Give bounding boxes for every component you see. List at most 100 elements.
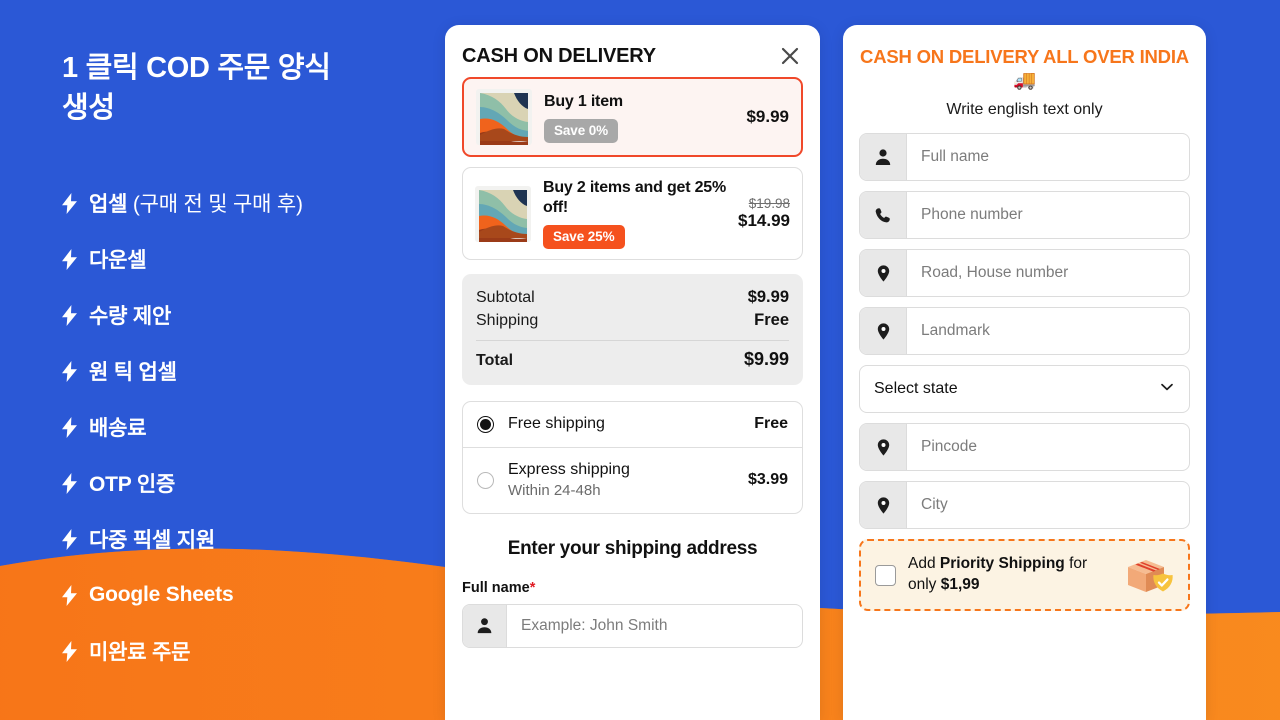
package-shield-icon [1122, 553, 1174, 597]
priority-shipping-checkbox[interactable] [875, 564, 896, 586]
fullname-field-label: Full name* [462, 580, 803, 596]
bolt-icon [62, 192, 77, 214]
cod-city-field[interactable] [859, 481, 1190, 530]
shipping-option-express[interactable]: Express shipping Within 24-48h $3.99 [463, 446, 802, 513]
feature-label: 수량 제안 [89, 305, 172, 329]
chevron-down-icon [1159, 379, 1175, 400]
feature-list: 업셀 (구매 전 및 구매 후) 다운셀 수량 제안 원 틱 업셀 배송료 OT [62, 175, 445, 679]
bolt-icon [62, 472, 77, 494]
cod-fields-group: Select state [859, 133, 1190, 530]
shipping-option-body: Express shipping Within 24-48h [508, 460, 748, 501]
subtotal-label: Subtotal [476, 289, 535, 306]
address-section-heading: Enter your shipping address [507, 537, 758, 559]
phone-icon [860, 192, 907, 239]
subtotal-value: $9.99 [747, 288, 789, 306]
shipping-option-free[interactable]: Free shipping Free [463, 402, 802, 447]
radio-express-shipping[interactable] [477, 471, 494, 489]
location-pin-icon [860, 482, 907, 529]
cod-fullname-field[interactable] [859, 133, 1190, 182]
radio-free-shipping[interactable] [477, 415, 494, 433]
bolt-icon [62, 640, 77, 662]
location-pin-icon [860, 308, 907, 355]
cod-city-input[interactable] [907, 482, 1189, 529]
shipping-option-body: Free shipping [508, 414, 754, 435]
summary-divider [476, 340, 789, 341]
promo-column: 1 클릭 COD 주문 양식 생성 업셀 (구매 전 및 구매 후) 다운셀 수… [0, 0, 445, 720]
bolt-icon [62, 360, 77, 382]
feature-item-one-tick-upsell: 원 틱 업셀 [62, 343, 445, 399]
cod-landmark-input[interactable] [907, 308, 1189, 355]
pillow-product-image [476, 89, 532, 145]
priority-shipping-upsell[interactable]: Add Priority Shipping for only $1,99 [859, 539, 1190, 612]
bolt-icon [62, 248, 77, 270]
cod-address-input[interactable] [907, 250, 1189, 297]
feature-label: 원 틱 업셀 [89, 361, 177, 385]
feature-label: 미완료 주문 [89, 641, 191, 665]
cod-form-subtitle: Write english text only [946, 101, 1103, 119]
shipping-option-price: $3.99 [747, 471, 788, 489]
cod-state-select[interactable]: Select state [859, 365, 1190, 414]
fullname-input[interactable] [507, 604, 802, 647]
summary-row-shipping: Shipping Free [476, 309, 789, 332]
offer-name: Buy 1 item [544, 92, 623, 110]
shipping-value: Free [754, 311, 789, 329]
cod-phone-input[interactable] [907, 192, 1189, 239]
feature-label: 업셀 (구매 전 및 구매 후) [89, 193, 303, 217]
offer-save-badge: Save 25% [543, 225, 625, 249]
order-summary: Subtotal $9.99 Shipping Free Total $9.99 [462, 274, 803, 385]
priority-bold: Priority Shipping [939, 555, 1065, 573]
cod-fullname-input[interactable] [907, 134, 1189, 181]
offer-option-buy-2[interactable]: Buy 2 items and get 25% off! Save 25% $1… [462, 167, 803, 260]
summary-row-total: Total $9.99 [476, 347, 789, 372]
offer-price-value: $14.99 [738, 211, 790, 230]
bolt-icon [62, 584, 77, 606]
checkout-title: CASH ON DELIVERY [462, 44, 656, 67]
page-title: 1 클릭 COD 주문 양식 생성 [62, 52, 331, 125]
shipping-method-group: Free shipping Free Express shipping With… [462, 401, 803, 514]
screenshot-root: 1 클릭 COD 주문 양식 생성 업셀 (구매 전 및 구매 후) 다운셀 수… [0, 0, 1280, 720]
close-icon[interactable] [777, 43, 803, 69]
feature-item-quantity-offer: 수량 제안 [62, 287, 445, 343]
cod-state-select-value: Select state [874, 380, 958, 398]
offer-price: $19.98 $14.99 [730, 196, 790, 231]
cod-form-title: CASH ON DELIVERY ALL OVER INDIA 🚚 [860, 46, 1189, 91]
checkout-header: CASH ON DELIVERY [462, 25, 803, 77]
feature-label: 다운셀 [89, 249, 147, 273]
offer-save-badge: Save 0% [544, 118, 619, 143]
shipping-option-sub: Within 24-48h [508, 481, 601, 499]
summary-row-subtotal: Subtotal $9.99 [476, 286, 789, 309]
location-pin-icon [860, 424, 907, 471]
required-mark: * [529, 579, 536, 596]
bolt-icon [62, 528, 77, 550]
person-icon [860, 134, 907, 181]
priority-shipping-text: Add Priority Shipping for only $1,99 [908, 554, 1110, 596]
feature-label: 배송료 [89, 417, 147, 441]
cod-phone-field[interactable] [859, 191, 1190, 240]
offer-price-value: $9.99 [746, 107, 789, 126]
shipping-option-price: Free [754, 415, 788, 433]
checkout-panel: CASH ON DELIVERY Buy 1 item Save 0% $9.9… [445, 25, 820, 720]
person-icon [463, 604, 507, 647]
fullname-field[interactable] [462, 603, 803, 648]
bolt-icon [62, 304, 77, 326]
cod-pincode-field[interactable] [859, 423, 1190, 472]
priority-lead: Add [908, 555, 940, 573]
total-value: $9.99 [743, 349, 789, 369]
offer-compare-at-price: $19.98 [748, 196, 790, 211]
offer-option-buy-1[interactable]: Buy 1 item Save 0% $9.99 [462, 77, 803, 157]
feature-item-upsell: 업셀 (구매 전 및 구매 후) [62, 175, 445, 231]
shipping-option-name: Free shipping [508, 415, 605, 432]
offer-body: Buy 2 items and get 25% off! Save 25% [543, 178, 730, 249]
feature-label: Google Sheets [89, 583, 234, 607]
feature-item-downsell: 다운셀 [62, 231, 445, 287]
cod-pincode-input[interactable] [907, 424, 1189, 471]
pillow-product-image [475, 186, 531, 242]
cod-landmark-field[interactable] [859, 307, 1190, 356]
feature-label: OTP 인증 [89, 473, 176, 497]
shipping-option-name: Express shipping [508, 460, 630, 478]
feature-item-shipping-fee: 배송료 [62, 399, 445, 455]
total-label: Total [476, 352, 514, 369]
cod-address-field[interactable] [859, 249, 1190, 298]
location-pin-icon [860, 250, 907, 297]
offer-body: Buy 1 item Save 0% [544, 92, 738, 143]
